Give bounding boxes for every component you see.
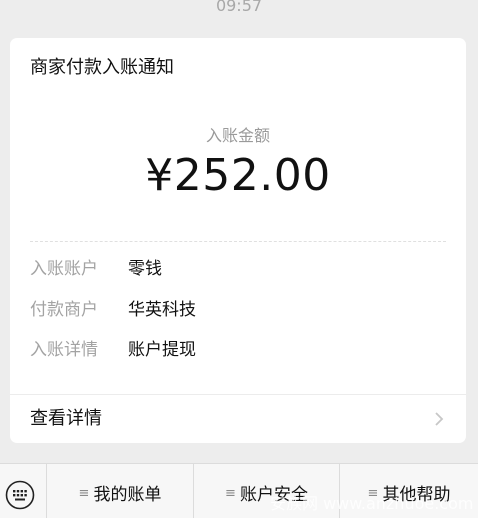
menu-label: 我的账单 xyxy=(93,485,162,505)
info-label: 入账账户 xyxy=(30,259,98,279)
dashed-divider xyxy=(30,241,446,242)
menu-list-icon: ≡ xyxy=(225,486,236,501)
chevron-right-icon xyxy=(435,412,444,426)
info-row-account: 入账账户 零钱 xyxy=(30,257,450,281)
menu-list-icon: ≡ xyxy=(78,486,90,501)
info-label: 付款商户 xyxy=(30,300,98,320)
view-details-link[interactable]: 查看详情 xyxy=(10,395,466,443)
site-watermark: 安族网 www.anzhuoe.com xyxy=(270,494,474,513)
keyboard-toggle-button[interactable] xyxy=(0,464,47,518)
info-row-merchant: 付款商户 华英科技 xyxy=(30,298,450,322)
keyboard-icon xyxy=(5,480,35,510)
info-label: 入账详情 xyxy=(30,340,98,360)
view-details-label: 查看详情 xyxy=(30,408,102,429)
info-value: 零钱 xyxy=(128,259,162,279)
amount-value: ¥252.00 xyxy=(145,150,331,201)
amount-label: 入账金额 xyxy=(205,126,270,145)
info-value: 账户提现 xyxy=(128,340,196,360)
info-row-detail: 入账详情 账户提现 xyxy=(30,338,450,362)
menu-my-bill[interactable]: ≡ 我的账单 xyxy=(47,464,194,518)
payment-notification-card[interactable]: 商家付款入账通知 入账金额 ¥252.00 入账账户 零钱 付款商户 华英科技 … xyxy=(10,38,466,443)
info-value: 华英科技 xyxy=(128,300,196,320)
message-timestamp: 09:57 xyxy=(215,0,263,15)
notification-title: 商家付款入账通知 xyxy=(30,57,174,78)
